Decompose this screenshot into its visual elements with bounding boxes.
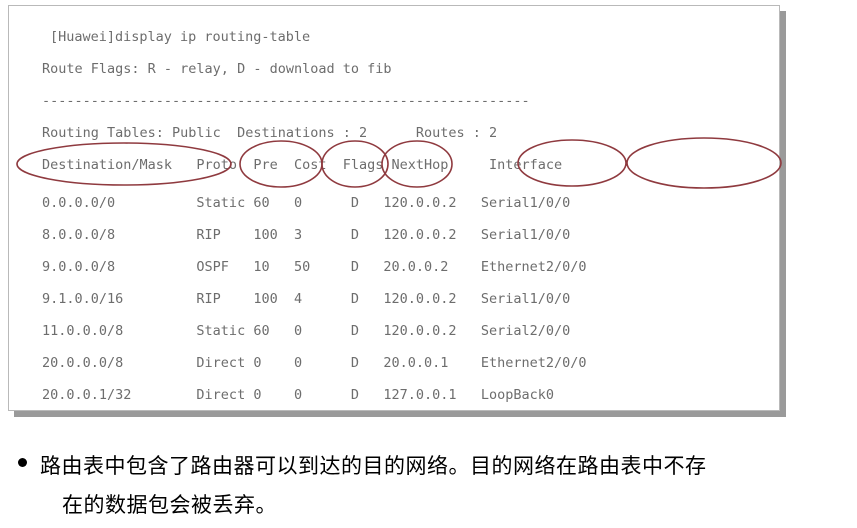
bullet-point-icon: [18, 458, 27, 467]
note-line-2: 在的数据包会被丢弃。: [62, 493, 277, 517]
table-row: 11.0.0.0/8 Static 60 0 D 120.0.0.2 Seria…: [42, 323, 571, 339]
console-summary-line: Routing Tables: Public Destinations : 2 …: [42, 125, 498, 141]
table-row: 8.0.0.0/8 RIP 100 3 D 120.0.0.2 Serial1/…: [42, 227, 571, 243]
console-route-flags-line: Route Flags: R - relay, D - download to …: [42, 61, 392, 77]
note-line-1: 路由表中包含了路由器可以到达的目的网络。目的网络在路由表中不存: [40, 454, 707, 478]
table-row: 0.0.0.0/0 Static 60 0 D 120.0.0.2 Serial…: [42, 195, 571, 211]
table-row: 20.0.0.1/32 Direct 0 0 D 127.0.0.1 LoopB…: [42, 387, 555, 403]
console-separator-line: ----------------------------------------…: [42, 93, 530, 109]
table-row: 20.0.0.0/8 Direct 0 0 D 20.0.0.1 Etherne…: [42, 355, 587, 371]
table-row: 9.1.0.0/16 RIP 100 4 D 120.0.0.2 Serial1…: [42, 291, 571, 307]
routing-table-header-row: Destination/Mask Proto Pre Cost Flags Ne…: [42, 157, 563, 173]
table-row: 9.0.0.0/8 OSPF 10 50 D 20.0.0.2 Ethernet…: [42, 259, 587, 275]
console-command-line: [Huawei]display ip routing-table: [50, 29, 311, 45]
console-output: [Huawei]display ip routing-table Route F…: [9, 6, 779, 410]
routing-table-console-box: [Huawei]display ip routing-table Route F…: [8, 5, 780, 411]
